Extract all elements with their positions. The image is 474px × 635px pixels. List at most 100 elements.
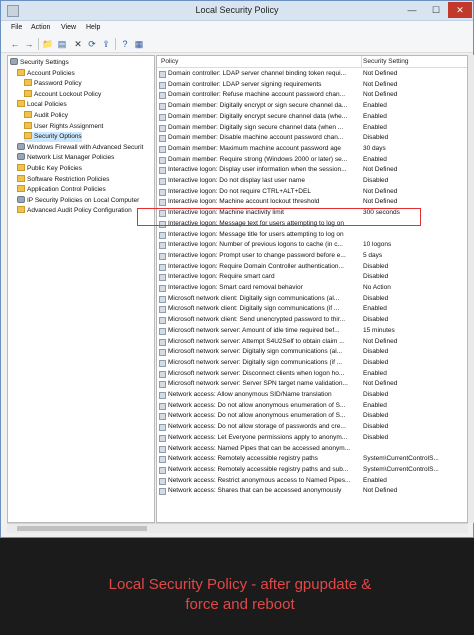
table-row[interactable]: Domain member: Digitally encrypt secure … (157, 112, 467, 123)
up-folder-icon[interactable]: 📁 (42, 38, 54, 50)
column-divider[interactable] (361, 56, 362, 68)
table-row[interactable]: Domain member: Digitally sign secure cha… (157, 123, 467, 134)
policy-icon (159, 445, 166, 453)
menu-action[interactable]: Action (31, 24, 50, 31)
delete-icon[interactable]: ✕ (72, 38, 84, 50)
table-row[interactable]: Interactive logon: Number of previous lo… (157, 240, 467, 251)
policy-name: Domain member: Digitally encrypt or sign… (168, 102, 348, 110)
table-row[interactable]: Domain member: Maximum machine account p… (157, 144, 467, 155)
table-row[interactable]: Interactive logon: Require Domain Contro… (157, 262, 467, 273)
tree-item[interactable]: Security Options (24, 132, 82, 143)
table-row[interactable]: Network access: Do not allow anonymous e… (157, 411, 467, 422)
table-row[interactable]: Microsoft network server: Digitally sign… (157, 347, 467, 358)
tree-item[interactable]: User Rights Assignment (24, 121, 104, 132)
policy-icon (159, 156, 166, 164)
table-row[interactable]: Network access: Do not allow anonymous e… (157, 401, 467, 412)
policy-name: Interactive logon: Smart card removal be… (168, 284, 303, 291)
tree-item[interactable]: Advanced Audit Policy Configuration (17, 206, 132, 216)
menu-help[interactable]: Help (86, 24, 100, 31)
table-row[interactable]: Microsoft network server: Attempt S4U2Se… (157, 337, 467, 348)
table-row[interactable]: Domain member: Disable machine account p… (157, 133, 467, 144)
column-header-security-setting[interactable]: Security Setting (363, 58, 409, 65)
table-row[interactable]: Interactive logon: Display user informat… (157, 165, 467, 176)
refresh-icon[interactable]: ⟳ (86, 38, 98, 50)
settings-icon (17, 153, 25, 161)
table-row[interactable]: Microsoft network client: Digitally sign… (157, 294, 467, 305)
maximize-button[interactable]: ☐ (425, 2, 447, 18)
table-row[interactable]: Network access: Remotely accessible regi… (157, 465, 467, 476)
tree-item[interactable]: Application Control Policies (17, 185, 106, 195)
table-row[interactable]: Domain member: Digitally encrypt or sign… (157, 101, 467, 112)
policy-name: Microsoft network server: Server SPN tar… (168, 380, 348, 388)
tree-item[interactable]: Public Key Policies (17, 164, 82, 174)
tree-item-label: Network List Manager Policies (27, 154, 115, 162)
back-icon[interactable]: ← (9, 38, 21, 50)
list-header: Policy Security Setting (157, 56, 467, 68)
table-row[interactable]: Network access: Let Everyone permissions… (157, 433, 467, 444)
table-row[interactable]: Network access: Named Pipes that can be … (157, 444, 467, 455)
tree-item-label: User Rights Assignment (34, 122, 104, 130)
table-row[interactable]: Network access: Allow anonymous SID/Name… (157, 390, 467, 401)
export-list-icon[interactable]: ⇪ (100, 38, 112, 50)
tree-item[interactable]: Security Settings (10, 58, 69, 68)
policy-icon (159, 392, 166, 399)
table-row[interactable]: Microsoft network server: Digitally sign… (157, 358, 467, 369)
table-row[interactable]: Network access: Remotely accessible regi… (157, 454, 467, 465)
policy-name: Network access: Let Everyone permissions… (168, 433, 348, 441)
security-setting: Disabled (363, 262, 389, 270)
table-row[interactable]: Microsoft network server: Amount of idle… (157, 326, 467, 337)
minimize-button[interactable]: — (401, 2, 423, 18)
table-row[interactable]: Interactive logon: Do not require CTRL+A… (157, 187, 467, 198)
policy-name: Domain controller: Refuse machine accoun… (168, 91, 346, 99)
tree-item[interactable]: Software Restriction Policies (17, 174, 109, 185)
folder-icon (24, 111, 32, 118)
help-icon[interactable]: ? (119, 38, 131, 50)
table-row[interactable]: Network access: Shares that can be acces… (157, 486, 467, 497)
tree-item[interactable]: Local Policies (17, 100, 67, 110)
table-row[interactable]: Microsoft network client: Digitally sign… (157, 304, 467, 315)
table-row[interactable]: Interactive logon: Machine account locko… (157, 197, 467, 208)
horizontal-scrollbar[interactable] (7, 523, 468, 533)
menu-file[interactable]: File (11, 24, 22, 31)
security-setting: Enabled (363, 123, 387, 131)
security-setting: Enabled (363, 369, 387, 377)
policy-icon (159, 252, 166, 260)
table-row[interactable]: Network access: Restrict anonymous acces… (157, 476, 467, 487)
tree-item[interactable]: Network List Manager Policies (17, 153, 114, 163)
close-button[interactable]: ✕ (448, 2, 472, 18)
tree-item[interactable]: IP Security Policies on Local Computer (17, 195, 139, 206)
tree-item-label: Account Lockout Policy (34, 90, 102, 98)
table-row[interactable]: Microsoft network client: Send unencrypt… (157, 315, 467, 326)
tree-item[interactable]: Account Policies (17, 68, 75, 79)
table-row[interactable]: Network access: Do not allow storage of … (157, 422, 467, 433)
tree-item[interactable]: Windows Firewall with Advanced Securit (17, 142, 143, 153)
table-row[interactable]: Domain member: Require strong (Windows 2… (157, 155, 467, 166)
table-row[interactable]: Interactive logon: Prompt user to change… (157, 251, 467, 262)
tree-item[interactable]: Password Policy (24, 79, 82, 89)
table-row[interactable]: Interactive logon: Smart card removal be… (157, 283, 467, 294)
tree-item-label: Security Settings (20, 59, 69, 66)
horizontal-scroll-thumb[interactable] (17, 526, 147, 531)
table-row[interactable]: Microsoft network server: Disconnect cli… (157, 369, 467, 380)
table-row[interactable]: Domain controller: LDAP server signing r… (157, 80, 467, 91)
policy-name: Microsoft network client: Digitally sign… (168, 294, 340, 302)
vertical-scrollbar[interactable] (468, 55, 474, 523)
table-row[interactable]: Interactive logon: Require smart card Dis… (157, 272, 467, 283)
forward-icon[interactable]: → (23, 38, 35, 50)
security-setting: Disabled (363, 177, 389, 184)
table-row[interactable]: Interactive logon: Message title for use… (157, 230, 467, 241)
column-header-policy[interactable]: Policy (161, 58, 178, 65)
properties-icon[interactable]: ▦ (133, 38, 145, 50)
menu-view[interactable]: View (61, 24, 76, 31)
table-row[interactable]: Domain controller: LDAP server channel b… (157, 69, 467, 80)
table-row[interactable]: Domain controller: Refuse machine accoun… (157, 90, 467, 101)
tree-item-label: Public Key Policies (27, 165, 82, 172)
table-row[interactable]: Microsoft network server: Server SPN tar… (157, 379, 467, 390)
table-row[interactable]: Interactive logon: Do not display last u… (157, 176, 467, 187)
tree-item-label: Audit Policy (34, 112, 68, 119)
policy-name: Microsoft network client: Digitally sign… (168, 305, 340, 313)
folder-icon (24, 132, 32, 140)
tree-item[interactable]: Audit Policy (24, 111, 68, 121)
tree-item[interactable]: Account Lockout Policy (24, 89, 102, 100)
show-tree-icon[interactable]: ▤ (56, 38, 68, 50)
